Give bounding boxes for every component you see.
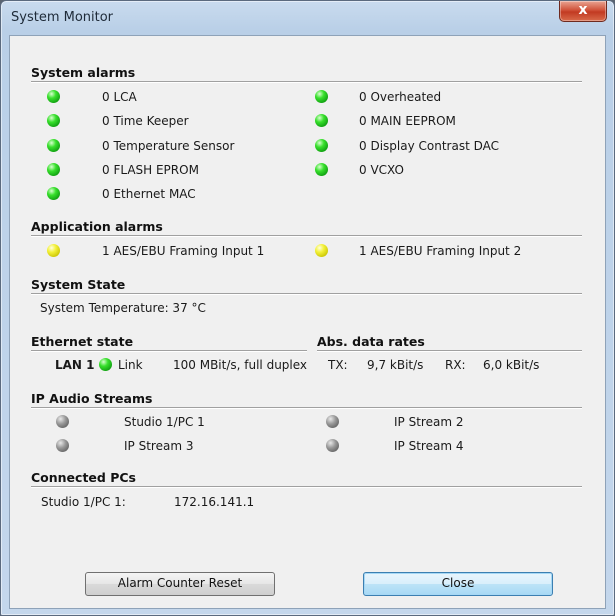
tx-label: TX: — [328, 358, 348, 372]
alarm-counter-reset-button[interactable]: Alarm Counter Reset — [85, 572, 275, 596]
led-ip-stream-2 — [326, 415, 339, 428]
alarm-temperature-sensor: 0 Temperature Sensor — [102, 139, 235, 153]
led-main-eeprom — [315, 114, 328, 127]
alarm-ethernet-mac: 0 Ethernet MAC — [102, 187, 196, 201]
section-divider — [31, 81, 582, 83]
alarm-display-contrast-dac: 0 Display Contrast DAC — [359, 139, 499, 153]
stream-ip-stream-3: IP Stream 3 — [124, 439, 194, 453]
alarm-lca: 0 LCA — [102, 90, 137, 104]
dialog-body: System alarms 0 LCA 0 Overheated 0 Time … — [9, 35, 606, 609]
section-title-system-state: System State — [31, 277, 126, 292]
led-overheated — [315, 90, 328, 103]
alarm-aes-ebu-input-2: 1 AES/EBU Framing Input 2 — [359, 244, 522, 258]
led-lca — [47, 90, 60, 103]
section-title-application-alarms: Application alarms — [31, 219, 163, 234]
title-bar[interactable]: System Monitor x — [1, 1, 614, 35]
tx-value: 9,7 kBit/s — [367, 358, 424, 372]
window-close-button[interactable]: x — [559, 1, 607, 22]
section-title-ip-audio-streams: IP Audio Streams — [31, 391, 153, 406]
system-monitor-window: System Monitor x System alarms 0 LCA 0 O… — [0, 0, 615, 616]
led-ip-stream-3 — [56, 439, 69, 452]
alarm-flash-eprom: 0 FLASH EPROM — [102, 163, 199, 177]
stream-studio-1: Studio 1/PC 1 — [124, 415, 205, 429]
led-ethernet-mac — [47, 187, 60, 200]
led-lan-link — [99, 358, 112, 371]
stream-ip-stream-4: IP Stream 4 — [394, 439, 464, 453]
alarm-aes-ebu-input-1: 1 AES/EBU Framing Input 1 — [102, 244, 265, 258]
led-temperature-sensor — [47, 139, 60, 152]
alarm-time-keeper: 0 Time Keeper — [102, 114, 189, 128]
section-title-system-alarms: System alarms — [31, 65, 136, 80]
system-temperature: System Temperature: 37 °C — [40, 301, 206, 315]
led-aes-ebu-input-2 — [315, 244, 328, 257]
lan-port-label: LAN 1 — [55, 358, 95, 372]
rx-value: 6,0 kBit/s — [483, 358, 540, 372]
lan-speed: 100 MBit/s, full duplex — [173, 358, 308, 372]
alarm-vcxo: 0 VCXO — [359, 163, 404, 177]
rx-label: RX: — [445, 358, 466, 372]
close-button[interactable]: Close — [363, 572, 553, 596]
led-ip-stream-4 — [326, 439, 339, 452]
connected-pc-name: Studio 1/PC 1: — [41, 495, 126, 509]
section-divider — [31, 235, 582, 237]
section-title-data-rates: Abs. data rates — [317, 334, 425, 349]
led-aes-ebu-input-1 — [47, 244, 60, 257]
led-stream-studio-1 — [56, 415, 69, 428]
section-divider — [31, 407, 582, 409]
connected-pc-ip: 172.16.141.1 — [174, 495, 255, 509]
section-divider — [31, 350, 307, 352]
section-divider — [31, 486, 582, 488]
section-divider — [31, 293, 582, 295]
led-vcxo — [315, 163, 328, 176]
window-title: System Monitor — [11, 10, 114, 25]
lan-link-label: Link — [118, 358, 143, 372]
led-flash-eprom — [47, 163, 60, 176]
led-display-contrast-dac — [315, 139, 328, 152]
led-time-keeper — [47, 114, 60, 127]
alarm-main-eeprom: 0 MAIN EEPROM — [359, 114, 456, 128]
section-title-connected-pcs: Connected PCs — [31, 470, 136, 485]
stream-ip-stream-2: IP Stream 2 — [394, 415, 464, 429]
section-divider — [317, 350, 582, 352]
close-icon: x — [578, 2, 588, 18]
alarm-overheated: 0 Overheated — [359, 90, 442, 104]
section-title-ethernet-state: Ethernet state — [31, 334, 134, 349]
